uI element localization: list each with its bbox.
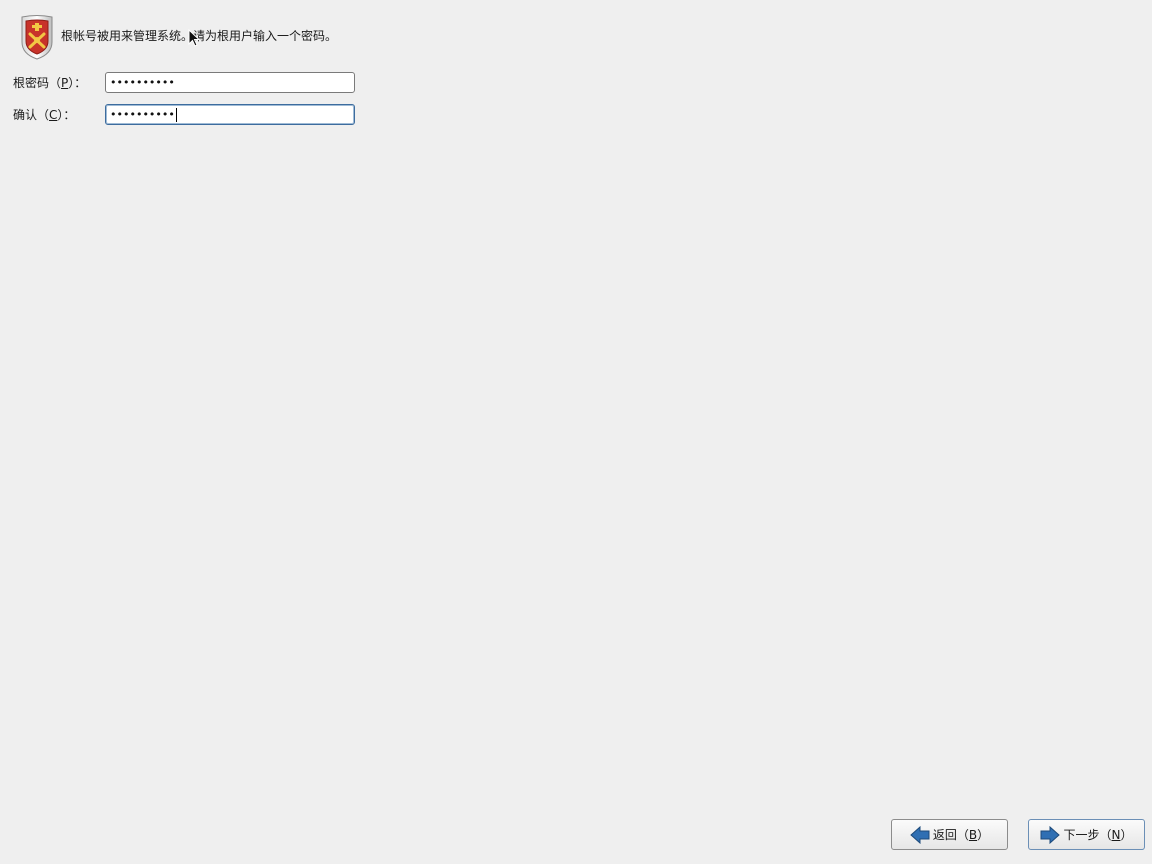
password-label: 根密码（P）： — [13, 76, 87, 90]
password-row: 根密码（P）： •••••••••• — [13, 72, 355, 93]
root-password-page: 根帐号被用来管理系统。请为根用户输入一个密码。 根密码（P）： ••••••••… — [0, 0, 1152, 864]
confirm-label: 确认（C）： — [13, 108, 76, 122]
back-button-label: 返回（B） — [932, 828, 990, 842]
confirm-row: 确认（C）： •••••••••• — [13, 104, 355, 125]
header: 根帐号被用来管理系统。请为根用户输入一个密码。 — [18, 13, 337, 61]
arrow-right-icon — [1040, 825, 1061, 844]
next-button[interactable]: 下一步（N） — [1028, 819, 1145, 850]
confirm-password-input[interactable]: •••••••••• — [105, 104, 355, 125]
mouse-pointer-icon — [188, 28, 201, 50]
shield-icon — [18, 14, 56, 61]
confirm-value: •••••••••• — [110, 108, 175, 121]
password-value: •••••••••• — [110, 76, 175, 89]
next-button-label: 下一步（N） — [1063, 828, 1133, 842]
back-button[interactable]: 返回（B） — [891, 819, 1008, 850]
text-caret — [175, 107, 177, 122]
arrow-left-icon — [910, 825, 930, 844]
root-password-input[interactable]: •••••••••• — [105, 72, 355, 93]
